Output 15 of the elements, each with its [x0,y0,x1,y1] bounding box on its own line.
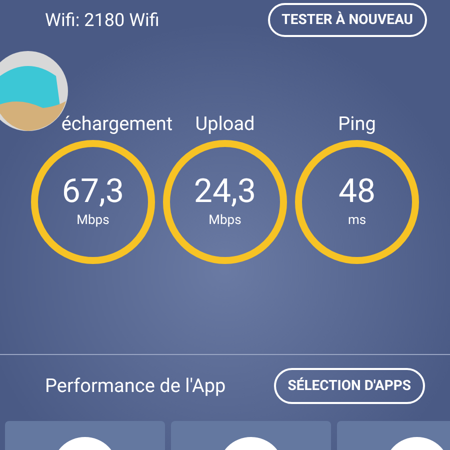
metric-value: 24,3 [194,173,256,212]
section-title: Performance de l'App [45,372,226,399]
retest-button[interactable]: TESTER À NOUVEAU [268,3,427,37]
metric-unit: Mbps [208,212,242,230]
app-card[interactable] [171,421,331,450]
app-card[interactable] [5,421,165,450]
metric-label: Ping [338,112,376,136]
metric-value: 67,3 [62,173,124,212]
metric-unit: ms [348,212,366,230]
network-label: Wifi: 2180 Wifi [45,8,160,32]
metric-label: Upload [195,112,255,136]
metric-value: 48 [338,173,376,212]
app-selection-button[interactable]: SÉLECTION D'APPS [274,368,425,404]
metric-label: échargement [60,112,173,136]
metric-unit: Mbps [76,212,110,230]
